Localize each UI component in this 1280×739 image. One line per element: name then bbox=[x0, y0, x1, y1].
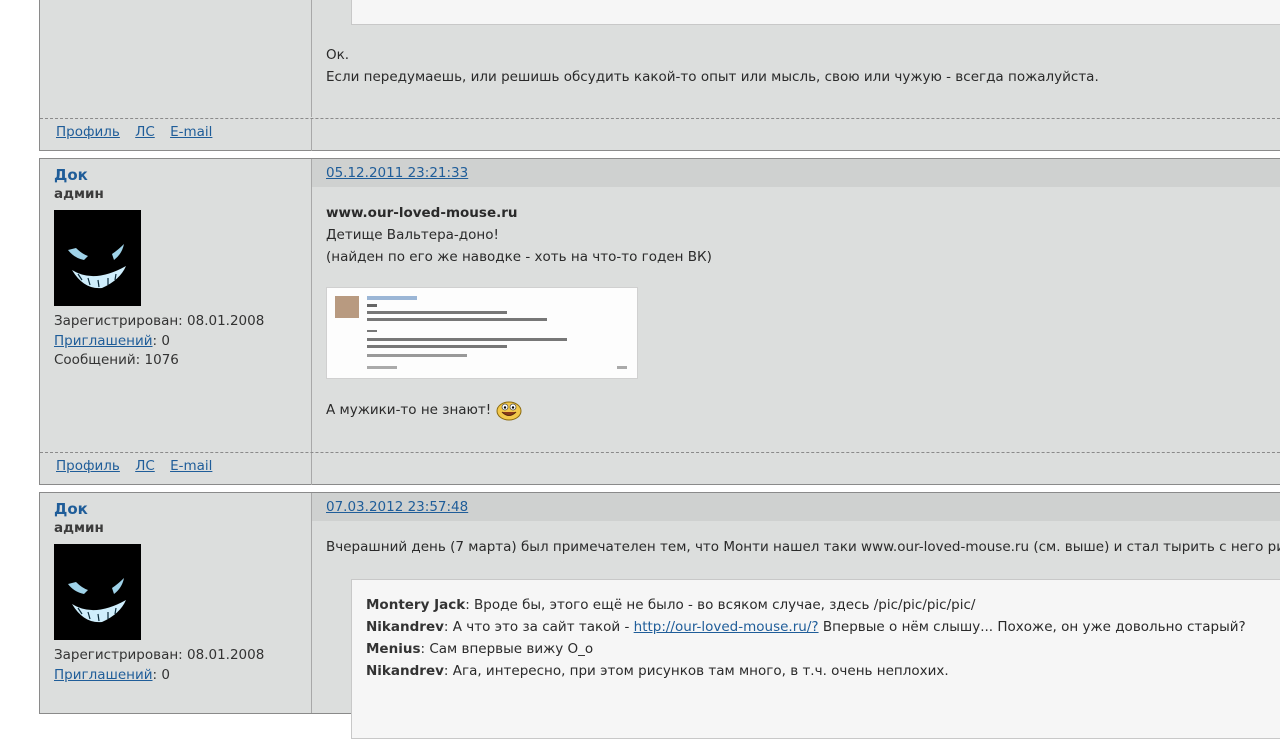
quote-line: Montery Jack: Вроде бы, этого ещё не был… bbox=[366, 594, 1280, 616]
quote-line: Nikandrev: А что это за сайт такой - htt… bbox=[366, 616, 1280, 638]
smiley-icon bbox=[496, 399, 522, 421]
post-text-line: www.our-loved-mouse.ru bbox=[326, 205, 518, 221]
post-text-line: А мужики-то не знают! bbox=[326, 399, 522, 421]
registered-label: Зарегистрирован: bbox=[54, 647, 183, 663]
post-text-line: (найден по его же наводке - хоть на что-… bbox=[326, 249, 712, 265]
site-link[interactable]: http://our-loved-mouse.ru/? bbox=[634, 619, 819, 635]
quote-author: Nikandrev bbox=[366, 663, 444, 679]
registered-label: Зарегистрирован: bbox=[54, 313, 183, 329]
invites-link[interactable]: Приглашений bbox=[54, 333, 153, 349]
email-link[interactable]: E-mail bbox=[170, 458, 212, 474]
author-info: Зарегистрирован: 08.01.2008 Приглашений:… bbox=[54, 646, 264, 685]
quote-author: Nikandrev bbox=[366, 619, 444, 635]
post-date-link[interactable]: 07.03.2012 23:57:48 bbox=[326, 499, 468, 515]
author-name[interactable]: Док bbox=[54, 500, 88, 518]
post-text: А мужики-то не знают! bbox=[326, 402, 492, 418]
screenshot-image[interactable] bbox=[326, 287, 638, 379]
avatar bbox=[54, 210, 141, 306]
invites-count: : 0 bbox=[152, 332, 170, 349]
post-text-line: Ок. bbox=[326, 47, 350, 63]
author-name[interactable]: Док bbox=[54, 166, 88, 184]
author-column: Док админ Зарегистрирован: 08.01.2008 Пр… bbox=[40, 493, 312, 713]
post-text-line: Если передумаешь, или решишь обсудить ка… bbox=[326, 69, 1099, 85]
post-footer: Профиль ЛС E-mail bbox=[40, 118, 1280, 151]
quote-author: Menius bbox=[366, 641, 421, 657]
registered-date: 08.01.2008 bbox=[187, 313, 265, 329]
messages-label: Сообщений: bbox=[54, 352, 141, 368]
forum-post: Док админ Зарегистрирован: 08.01.2008 Пр… bbox=[39, 492, 1280, 739]
forum-post: Ок. Если передумаешь, или решишь обсудит… bbox=[39, 0, 1280, 151]
messages-count: 1076 bbox=[144, 352, 179, 368]
post-body: 07.03.2012 23:57:48 Вчерашний день (7 ма… bbox=[312, 493, 1280, 739]
profile-link[interactable]: Профиль bbox=[56, 124, 120, 140]
quote-line: Menius: Сам впервые вижу O_o bbox=[366, 638, 1280, 660]
invites-link[interactable]: Приглашений bbox=[54, 667, 153, 683]
quote-block bbox=[351, 0, 1280, 25]
post-body: 05.12.2011 23:21:33 www.our-loved-mouse.… bbox=[312, 159, 1280, 452]
quote-author: Montery Jack bbox=[366, 597, 466, 613]
author-column bbox=[40, 0, 312, 117]
pm-link[interactable]: ЛС bbox=[135, 124, 155, 140]
quote-text: : А что это за сайт такой - bbox=[443, 619, 634, 635]
post-text-line: Детище Вальтера-доно! bbox=[326, 227, 499, 243]
post-date-bar: 07.03.2012 23:57:48 bbox=[312, 493, 1280, 521]
quote-text: : Ага, интересно, при этом рисунков там … bbox=[443, 663, 949, 679]
quote-text: : Сам впервые вижу O_o bbox=[420, 641, 594, 657]
quote-block: Montery Jack: Вроде бы, этого ещё не был… bbox=[351, 579, 1280, 739]
post-text-line: Вчерашний день (7 марта) был примечателе… bbox=[326, 539, 1280, 555]
post-footer: Профиль ЛС E-mail bbox=[40, 452, 1280, 485]
author-column: Док админ Зарегистрирован: 08.01.2008 Пр… bbox=[40, 159, 312, 452]
forum-post: Док админ Зарегистрирован: 08.01.2008 Пр… bbox=[39, 158, 1280, 485]
email-link[interactable]: E-mail bbox=[170, 124, 212, 140]
post-date-link[interactable]: 05.12.2011 23:21:33 bbox=[326, 165, 468, 181]
quote-text: Впервые о нём слышу... Похоже, он уже до… bbox=[818, 619, 1246, 635]
post-body: Ок. Если передумаешь, или решишь обсудит… bbox=[312, 0, 1280, 117]
avatar bbox=[54, 544, 141, 640]
author-rank: админ bbox=[54, 186, 104, 202]
registered-date: 08.01.2008 bbox=[187, 647, 265, 663]
author-info: Зарегистрирован: 08.01.2008 Приглашений:… bbox=[54, 312, 264, 371]
pm-link[interactable]: ЛС bbox=[135, 458, 155, 474]
invites-count: : 0 bbox=[152, 666, 170, 683]
post-date-bar: 05.12.2011 23:21:33 bbox=[312, 159, 1280, 187]
author-rank: админ bbox=[54, 520, 104, 536]
profile-link[interactable]: Профиль bbox=[56, 458, 120, 474]
quote-text: : Вроде бы, этого ещё не было - во всяко… bbox=[465, 597, 976, 613]
